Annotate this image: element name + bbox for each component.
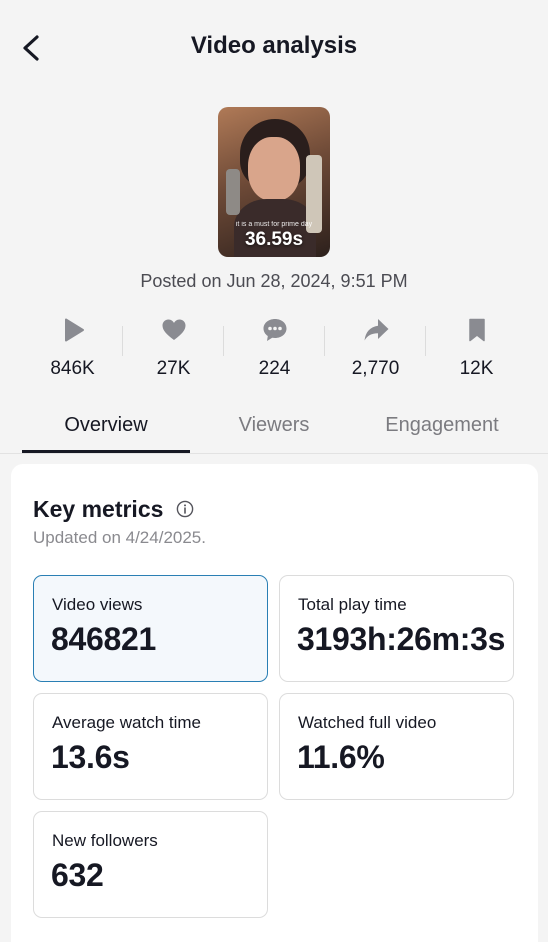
posted-date: Posted on Jun 28, 2024, 9:51 PM: [140, 271, 408, 291]
metric-label: Watched full video: [298, 713, 437, 732]
stat-comments: 224: [224, 316, 325, 382]
tab-viewers[interactable]: Viewers: [190, 414, 358, 437]
metric-value: 3193h:26m:3s: [297, 621, 506, 657]
stats-row: 846K 27K 224 2,770 12K: [22, 316, 528, 382]
tab-active-indicator: [22, 450, 190, 453]
tab-engagement[interactable]: Engagement: [358, 414, 526, 437]
stat-value: 12K: [459, 358, 494, 379]
stat-likes: 27K: [123, 316, 224, 382]
stat-value: 846K: [50, 358, 95, 379]
metric-label: Average watch time: [52, 713, 201, 732]
key-metrics-title: Key metrics: [33, 496, 164, 522]
stat-value: 2,770: [351, 358, 400, 379]
stat-value: 27K: [156, 358, 191, 379]
page-title: Video analysis: [190, 32, 358, 59]
thumbnail-face: [248, 137, 300, 201]
metric-total-play-time[interactable]: Total play time 3193h:26m:3s: [279, 575, 514, 682]
metric-new-followers[interactable]: New followers 632: [33, 811, 268, 918]
metric-value: 13.6s: [51, 739, 130, 775]
bookmark-icon: [468, 318, 485, 342]
stat-shares: 2,770: [325, 316, 426, 382]
metric-video-views[interactable]: Video views 846821: [33, 575, 268, 682]
video-duration: 36.59s: [244, 229, 304, 250]
video-thumbnail[interactable]: it is a must for prime day 36.59s: [218, 107, 330, 257]
metric-label: Total play time: [298, 595, 407, 614]
comment-icon: [263, 319, 286, 341]
share-icon: [364, 319, 388, 341]
metric-watched-full-video[interactable]: Watched full video 11.6%: [279, 693, 514, 800]
info-icon[interactable]: [176, 500, 194, 518]
thumbnail-bottle: [226, 169, 240, 215]
metric-value: 11.6%: [297, 739, 385, 775]
metric-average-watch-time[interactable]: Average watch time 13.6s: [33, 693, 268, 800]
stat-views: 846K: [22, 316, 123, 382]
tab-bar: Overview Viewers Engagement: [0, 404, 548, 454]
stat-saves: 12K: [426, 316, 527, 382]
tab-overview[interactable]: Overview: [22, 414, 190, 437]
play-icon: [64, 318, 84, 342]
metric-value: 632: [51, 857, 104, 893]
key-metrics-card: Key metrics Updated on 4/24/2025. Video …: [11, 464, 538, 942]
heart-icon: [162, 319, 185, 340]
metric-label: New followers: [52, 831, 158, 850]
stat-value: 224: [258, 358, 291, 379]
updated-date: Updated on 4/24/2025.: [33, 528, 206, 547]
metric-label: Video views: [52, 595, 143, 614]
header: Video analysis: [0, 0, 548, 96]
thumbnail-caption: it is a must for prime day: [235, 221, 313, 228]
metric-value: 846821: [51, 621, 156, 657]
